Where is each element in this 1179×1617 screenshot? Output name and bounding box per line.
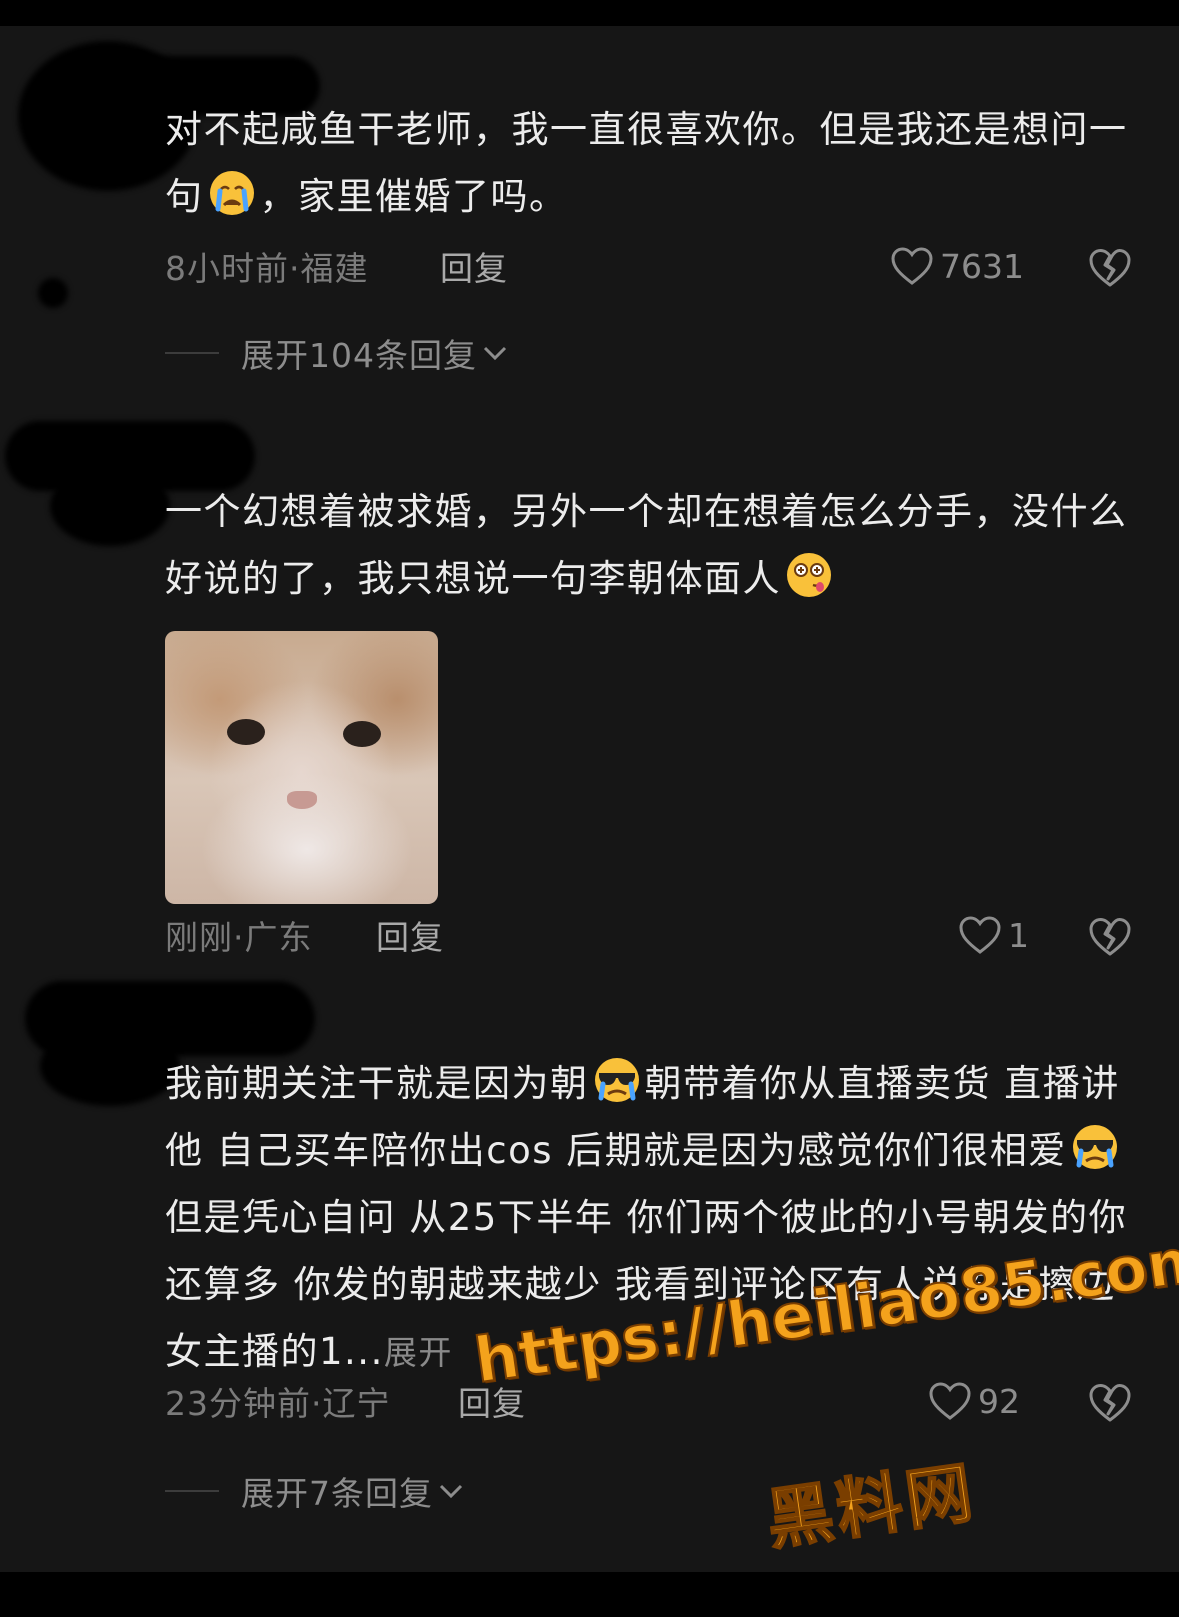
comment-1-time-location: 8小时前·福建 — [165, 249, 369, 288]
heart-icon — [959, 916, 1001, 954]
comment-2-reply-button[interactable]: 回复 — [376, 911, 444, 959]
comment-3-time-location: 23分钟前·辽宁 — [165, 1384, 391, 1423]
comment-1-expand-replies[interactable]: 展开104条回复 — [165, 331, 509, 375]
comment-3-like-button[interactable]: 92 — [928, 1379, 1020, 1423]
dislike-broken-heart-icon[interactable] — [1088, 246, 1132, 290]
crying-face-emoji — [209, 171, 254, 215]
comment-2-like-count: 1 — [1008, 915, 1029, 955]
comment-3-like-count: 92 — [978, 1381, 1020, 1421]
dislike-broken-heart-icon[interactable] — [1088, 1381, 1132, 1425]
comment-1-reply-button[interactable]: 回复 — [440, 242, 508, 290]
sunglasses-crying-emoji — [594, 1058, 639, 1102]
expand-divider — [165, 1490, 219, 1492]
comment-1-like-button[interactable]: 7631 — [890, 244, 1024, 288]
expand-divider — [165, 352, 219, 354]
sunglasses-crying-emoji — [1072, 1125, 1117, 1169]
heart-icon — [929, 1382, 971, 1420]
dislike-broken-heart-icon[interactable] — [1088, 915, 1132, 959]
cat-eye-left — [227, 719, 265, 745]
comment-3-expand-link[interactable]: 展开 — [384, 1333, 453, 1372]
heart-icon — [891, 247, 933, 285]
comment-2-time-location: 刚刚·广东 — [165, 918, 313, 957]
comment-2-text: 一个幻想着被求婚，另外一个却在想着怎么分手，没什么好说的了，我只想说一句李朝体面… — [165, 490, 1128, 600]
dizzy-face-emoji — [787, 553, 831, 597]
cat-closeup-photo[interactable] — [165, 631, 438, 904]
comment-2-like-button[interactable]: 1 — [958, 913, 1029, 957]
comment-1-text: 对不起咸鱼干老师，我一直很喜欢你。但是我还是想问一句 ，家里催婚了吗。 — [165, 108, 1128, 218]
comment-1-like-count: 7631 — [940, 246, 1024, 286]
redacted-avatar-2b — [50, 466, 170, 546]
chevron-down-icon — [439, 1484, 463, 1499]
redacted-dot-1 — [38, 278, 68, 308]
chevron-down-icon — [483, 346, 507, 361]
comment-3-expand-replies[interactable]: 展开7条回复 — [165, 1469, 465, 1513]
redacted-avatar-3b — [40, 1026, 180, 1106]
cat-eye-right — [343, 721, 381, 747]
cat-nose — [287, 791, 317, 809]
